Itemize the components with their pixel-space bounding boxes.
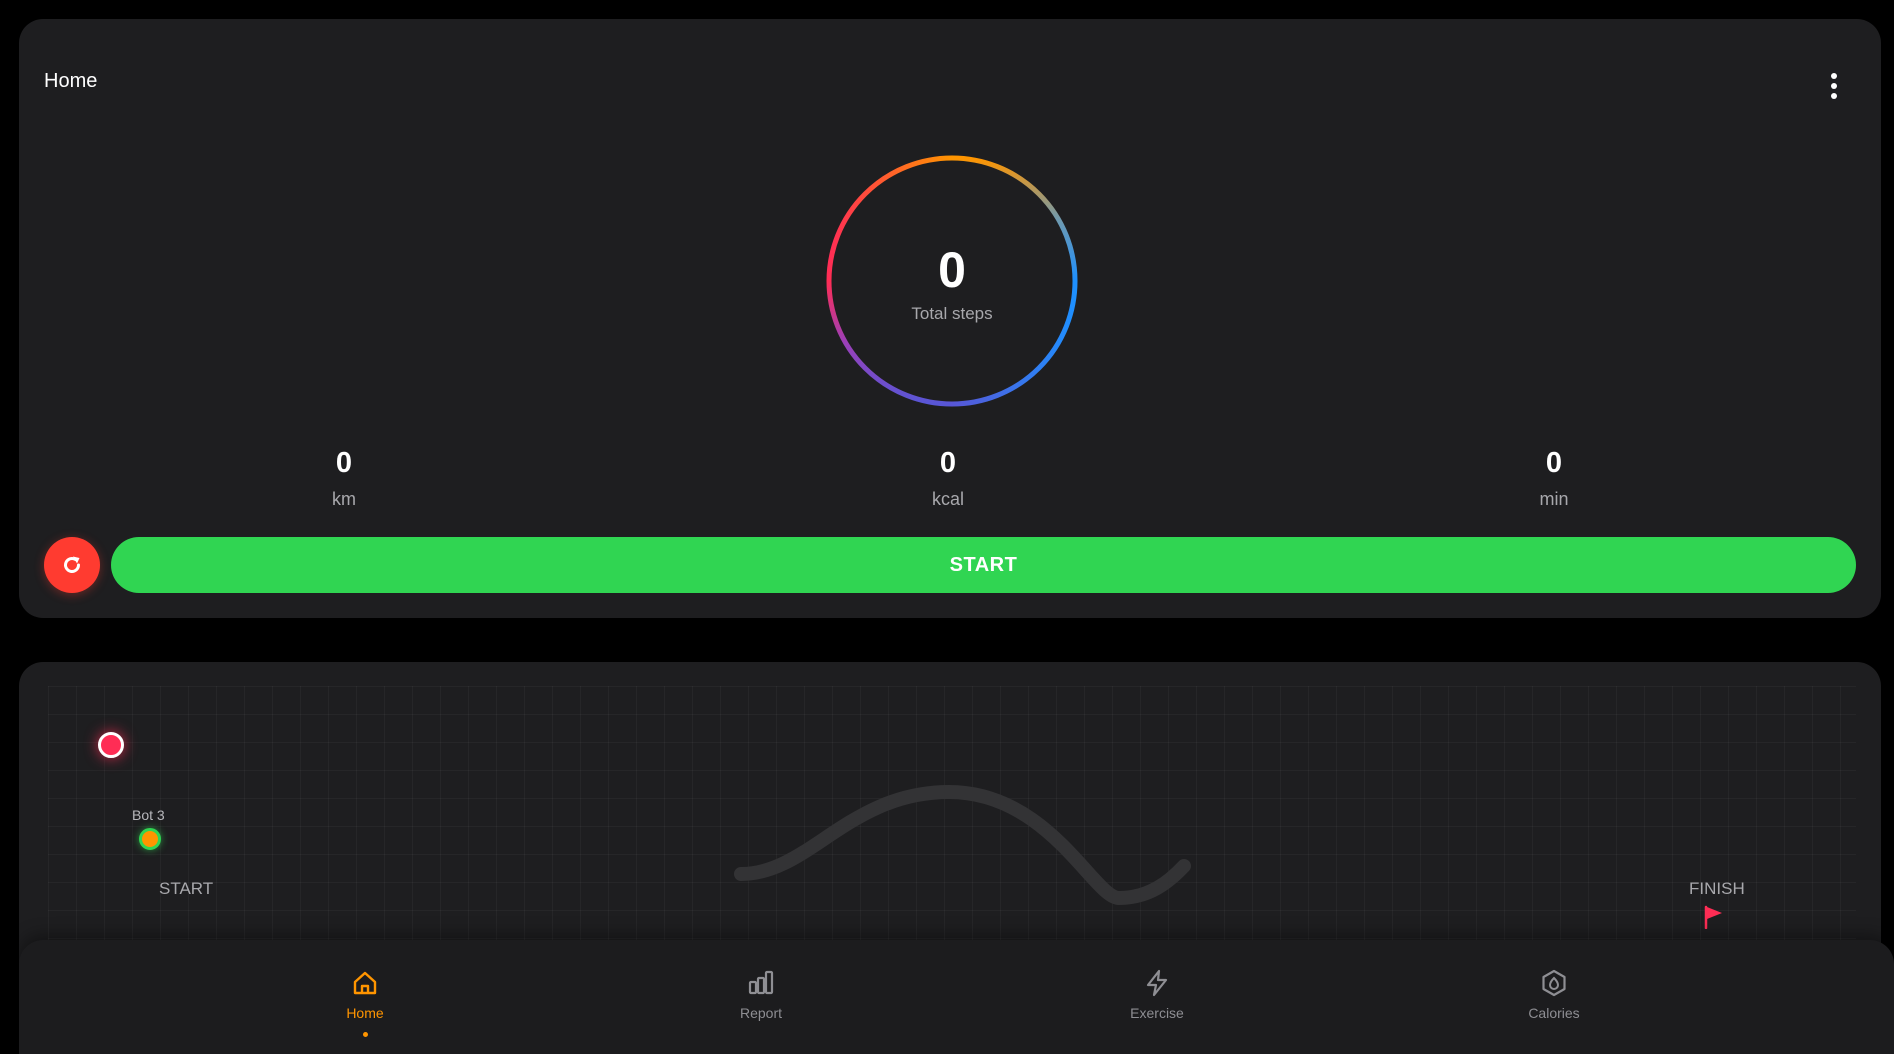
hexagon-icon xyxy=(1539,968,1569,998)
reset-button[interactable] xyxy=(44,537,100,593)
nav-item-exercise[interactable]: Exercise xyxy=(1077,968,1237,1020)
total-steps-label: Total steps xyxy=(911,304,993,323)
bottom-navigation: Home Report Exercise Calories xyxy=(19,940,1894,1054)
calories-value: 0 xyxy=(939,447,957,479)
calories-stat: 0 kcal xyxy=(848,447,1048,509)
more-vertical-icon xyxy=(1831,73,1837,79)
distance-unit: km xyxy=(332,489,356,509)
race-finish-label: FINISH xyxy=(1689,879,1745,898)
bot-label: Bot 3 xyxy=(132,807,165,823)
nav-label-home: Home xyxy=(346,1005,384,1021)
page-title: Home xyxy=(44,70,98,92)
app-screen: Home 0 Total steps 0 km 0 kcal 0 min STA… xyxy=(0,0,1894,1054)
race-start-label: START xyxy=(159,879,214,898)
active-indicator xyxy=(362,1032,368,1037)
nav-item-report[interactable]: Report xyxy=(681,968,841,1020)
more-vertical-icon-dot xyxy=(1831,93,1837,99)
calories-unit: kcal xyxy=(931,489,964,509)
nav-item-home[interactable]: Home xyxy=(285,968,445,1037)
player-marker xyxy=(98,732,124,758)
distance-stat: 0 km xyxy=(244,447,444,509)
total-steps-value: 0 xyxy=(938,242,966,298)
nav-label-exercise: Exercise xyxy=(1130,1005,1184,1021)
home-icon xyxy=(350,968,380,998)
steps-progress-ring: 0 Total steps xyxy=(824,153,1080,409)
step-counter-card: Home 0 Total steps 0 km 0 kcal 0 min STA… xyxy=(19,19,1881,618)
nav-item-calories[interactable]: Calories xyxy=(1474,968,1634,1020)
duration-stat: 0 min xyxy=(1454,447,1654,509)
start-button[interactable]: START xyxy=(111,537,1856,593)
flag-icon xyxy=(1704,905,1722,929)
bot-marker xyxy=(139,828,161,850)
more-options-button[interactable] xyxy=(1821,69,1847,103)
more-vertical-icon-dot xyxy=(1831,83,1837,89)
nav-label-report: Report xyxy=(739,1005,783,1021)
bar-chart-icon xyxy=(746,968,776,998)
distance-value: 0 xyxy=(335,447,353,479)
refresh-icon xyxy=(64,556,80,573)
duration-unit: min xyxy=(1539,489,1569,509)
lightning-icon xyxy=(1142,968,1172,998)
duration-value: 0 xyxy=(1545,447,1563,479)
nav-label-calories: Calories xyxy=(1528,1005,1580,1021)
